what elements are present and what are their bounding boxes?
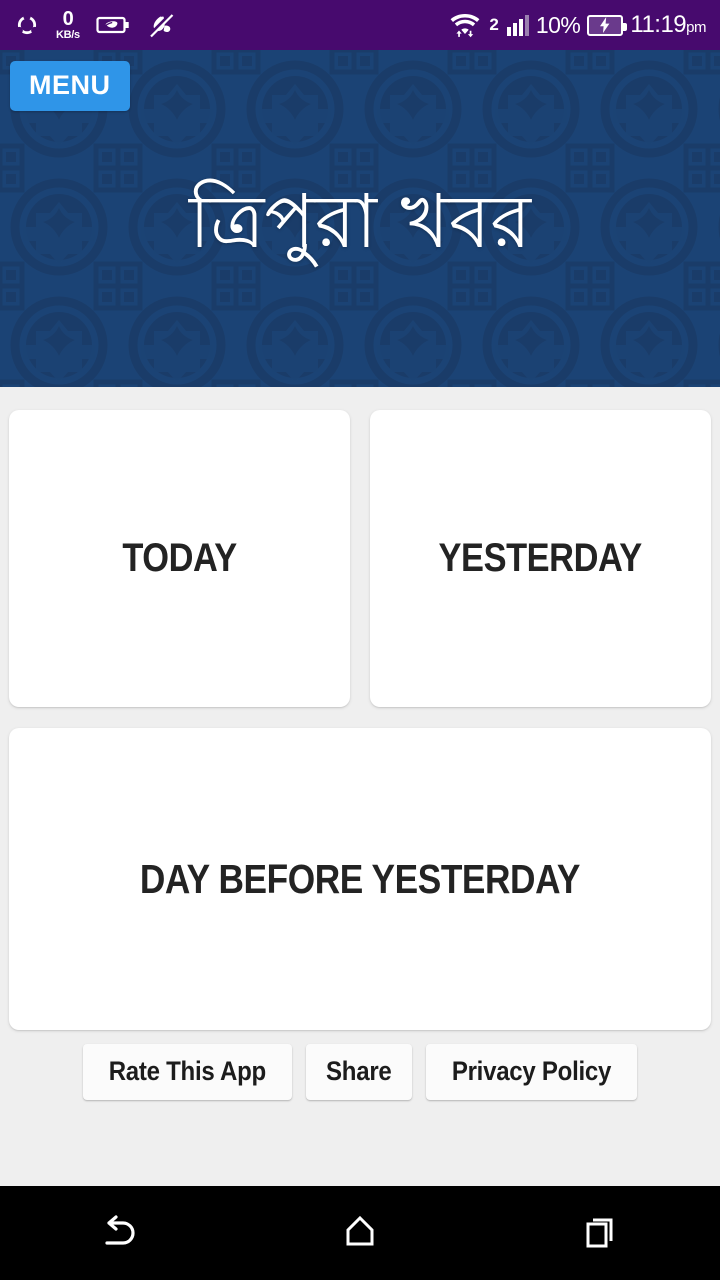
clock-time: 11:19: [630, 11, 687, 38]
signal-strength-icon: [506, 14, 529, 36]
home-icon: [340, 1211, 380, 1256]
menu-button[interactable]: MENU: [10, 61, 130, 111]
today-card[interactable]: TODAY: [9, 410, 350, 707]
share-label: Share: [326, 1056, 392, 1086]
main-content: TODAY YESTERDAY DAY BEFORE YESTERDAY Rat…: [0, 387, 720, 1186]
back-button[interactable]: [60, 1186, 180, 1280]
stamina-battery-leaf-icon: [96, 13, 130, 37]
recents-button[interactable]: [540, 1186, 660, 1280]
yesterday-card-label: YESTERDAY: [438, 536, 643, 580]
app-screen: 0 KB/s 2 10% 11:19pm MENU ত্রিপুরা খবর T…: [0, 0, 720, 1280]
footer-button-bar: Rate This App Share Privacy Policy: [0, 1044, 720, 1100]
today-card-label: TODAY: [122, 536, 237, 580]
app-banner: MENU ত্রিপুরা খবর: [0, 50, 720, 387]
sync-share-icon: [14, 12, 40, 38]
wifi-transfer-icon: [448, 11, 482, 39]
android-navigation-bar: [0, 1186, 720, 1280]
card-row-top: TODAY YESTERDAY: [0, 387, 720, 707]
sound-muted-icon: [146, 12, 176, 38]
data-rate-indicator: 0 KB/s: [56, 9, 80, 41]
share-button[interactable]: Share: [306, 1044, 412, 1100]
privacy-policy-button[interactable]: Privacy Policy: [425, 1044, 637, 1100]
privacy-policy-label: Privacy Policy: [451, 1056, 611, 1086]
battery-charging-icon: [587, 14, 628, 36]
sim-indicator: 2: [489, 15, 499, 34]
data-rate-unit: KB/s: [56, 29, 80, 41]
day-before-yesterday-card[interactable]: DAY BEFORE YESTERDAY: [9, 728, 711, 1030]
clock: 11:19pm: [630, 11, 706, 39]
back-arrow-icon: [99, 1210, 141, 1257]
status-bar-left: 0 KB/s: [14, 9, 176, 41]
rate-this-app-label: Rate This App: [109, 1056, 267, 1086]
battery-percent-label: 10%: [535, 11, 581, 38]
clock-ampm: pm: [686, 19, 706, 36]
status-bar-right: 2 10% 11:19pm: [448, 11, 706, 39]
app-title: ত্রিপুরা খবর: [189, 179, 531, 265]
status-bar: 0 KB/s 2 10% 11:19pm: [0, 0, 720, 50]
home-button[interactable]: [300, 1186, 420, 1280]
recents-icon: [580, 1211, 620, 1256]
data-rate-value: 0: [62, 8, 74, 30]
yesterday-card[interactable]: YESTERDAY: [370, 410, 711, 707]
rate-this-app-button[interactable]: Rate This App: [83, 1044, 293, 1100]
day-before-yesterday-card-label: DAY BEFORE YESTERDAY: [139, 855, 581, 902]
